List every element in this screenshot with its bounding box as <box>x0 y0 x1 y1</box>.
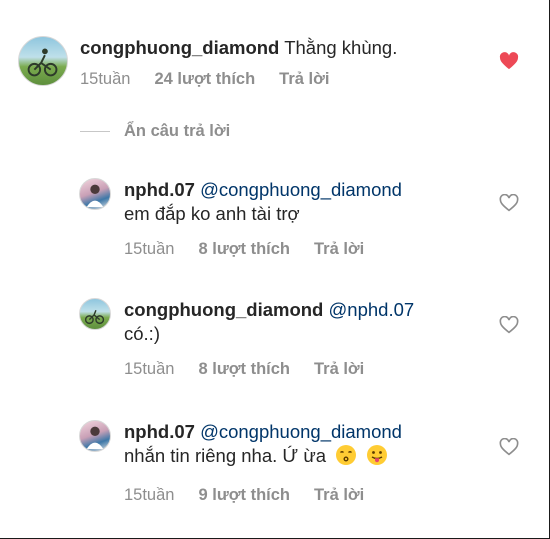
comment-text: em đắp ko anh tài trợ <box>124 203 300 224</box>
person-icon <box>86 426 104 450</box>
heart-filled-icon[interactable] <box>499 52 519 75</box>
likes-count[interactable]: 9 lượt thích <box>198 486 290 505</box>
avatar[interactable] <box>79 178 111 210</box>
hide-replies-label: Ẩn câu trả lời <box>124 122 231 140</box>
reply-button[interactable]: Trả lời <box>314 360 364 379</box>
reply-3: nphd.07 @congphuong_diamond nhắn tin riê… <box>79 420 402 505</box>
comment-line: congphuong_diamond @nphd.07 <box>124 298 414 322</box>
heart-outline-icon[interactable] <box>499 437 519 461</box>
comment-meta: 15tuần 24 lượt thích Trả lời <box>80 70 397 89</box>
divider-line <box>80 131 110 132</box>
reply-button[interactable]: Trả lời <box>314 240 364 259</box>
person-icon <box>86 184 104 208</box>
comment-line: nphd.07 @congphuong_diamond <box>124 420 402 444</box>
comment-text: Thằng khùng. <box>284 37 398 58</box>
reply-1: nphd.07 @congphuong_diamond em đắp ko an… <box>79 178 402 259</box>
likes-count[interactable]: 24 lượt thích <box>154 70 255 89</box>
timestamp[interactable]: 15tuần <box>124 360 174 379</box>
timestamp[interactable]: 15tuần <box>124 486 174 505</box>
comment-line: nphd.07 @congphuong_diamond <box>124 178 402 202</box>
reply-button[interactable]: Trả lời <box>279 70 329 89</box>
heart-outline-icon[interactable] <box>499 193 519 217</box>
timestamp[interactable]: 15tuần <box>124 240 174 259</box>
likes-count[interactable]: 8 lượt thích <box>198 240 290 259</box>
username[interactable]: nphd.07 <box>124 421 195 442</box>
comment-main: congphuong_diamond Thằng khùng. 15tuần 2… <box>18 36 397 89</box>
comment-meta: 15tuần 8 lượt thích Trả lời <box>124 360 414 379</box>
reply-button[interactable]: Trả lời <box>314 486 364 505</box>
mention-link[interactable]: @nphd.07 <box>329 299 415 320</box>
comment-text-line: nhắn tin riêng nha. Ứ ừa <box>124 444 402 472</box>
comment-meta: 15tuần 9 lượt thích Trả lời <box>124 486 402 505</box>
reply-2: congphuong_diamond @nphd.07 có.:) 15tuần… <box>79 298 414 379</box>
hide-replies-toggle[interactable]: Ẩn câu trả lời <box>80 122 230 141</box>
comment-text: có.:) <box>124 323 160 344</box>
comment-meta: 15tuần 8 lượt thích Trả lời <box>124 240 402 259</box>
heart-outline-icon[interactable] <box>499 315 519 339</box>
avatar[interactable] <box>18 36 68 86</box>
kissing-face-icon <box>335 444 357 472</box>
comment-line: congphuong_diamond Thằng khùng. <box>80 36 397 60</box>
tongue-out-face-icon <box>366 444 388 472</box>
avatar[interactable] <box>79 420 111 452</box>
timestamp[interactable]: 15tuần <box>80 70 130 89</box>
mention-link[interactable]: @congphuong_diamond <box>200 179 402 200</box>
comment-text: nhắn tin riêng nha. Ứ ừa <box>124 445 327 466</box>
username[interactable]: nphd.07 <box>124 179 195 200</box>
cyclist-icon <box>84 309 105 325</box>
username[interactable]: congphuong_diamond <box>80 37 279 58</box>
avatar[interactable] <box>79 298 111 330</box>
mention-link[interactable]: @congphuong_diamond <box>200 421 402 442</box>
likes-count[interactable]: 8 lượt thích <box>198 360 290 379</box>
username[interactable]: congphuong_diamond <box>124 299 323 320</box>
cyclist-icon <box>27 48 58 77</box>
